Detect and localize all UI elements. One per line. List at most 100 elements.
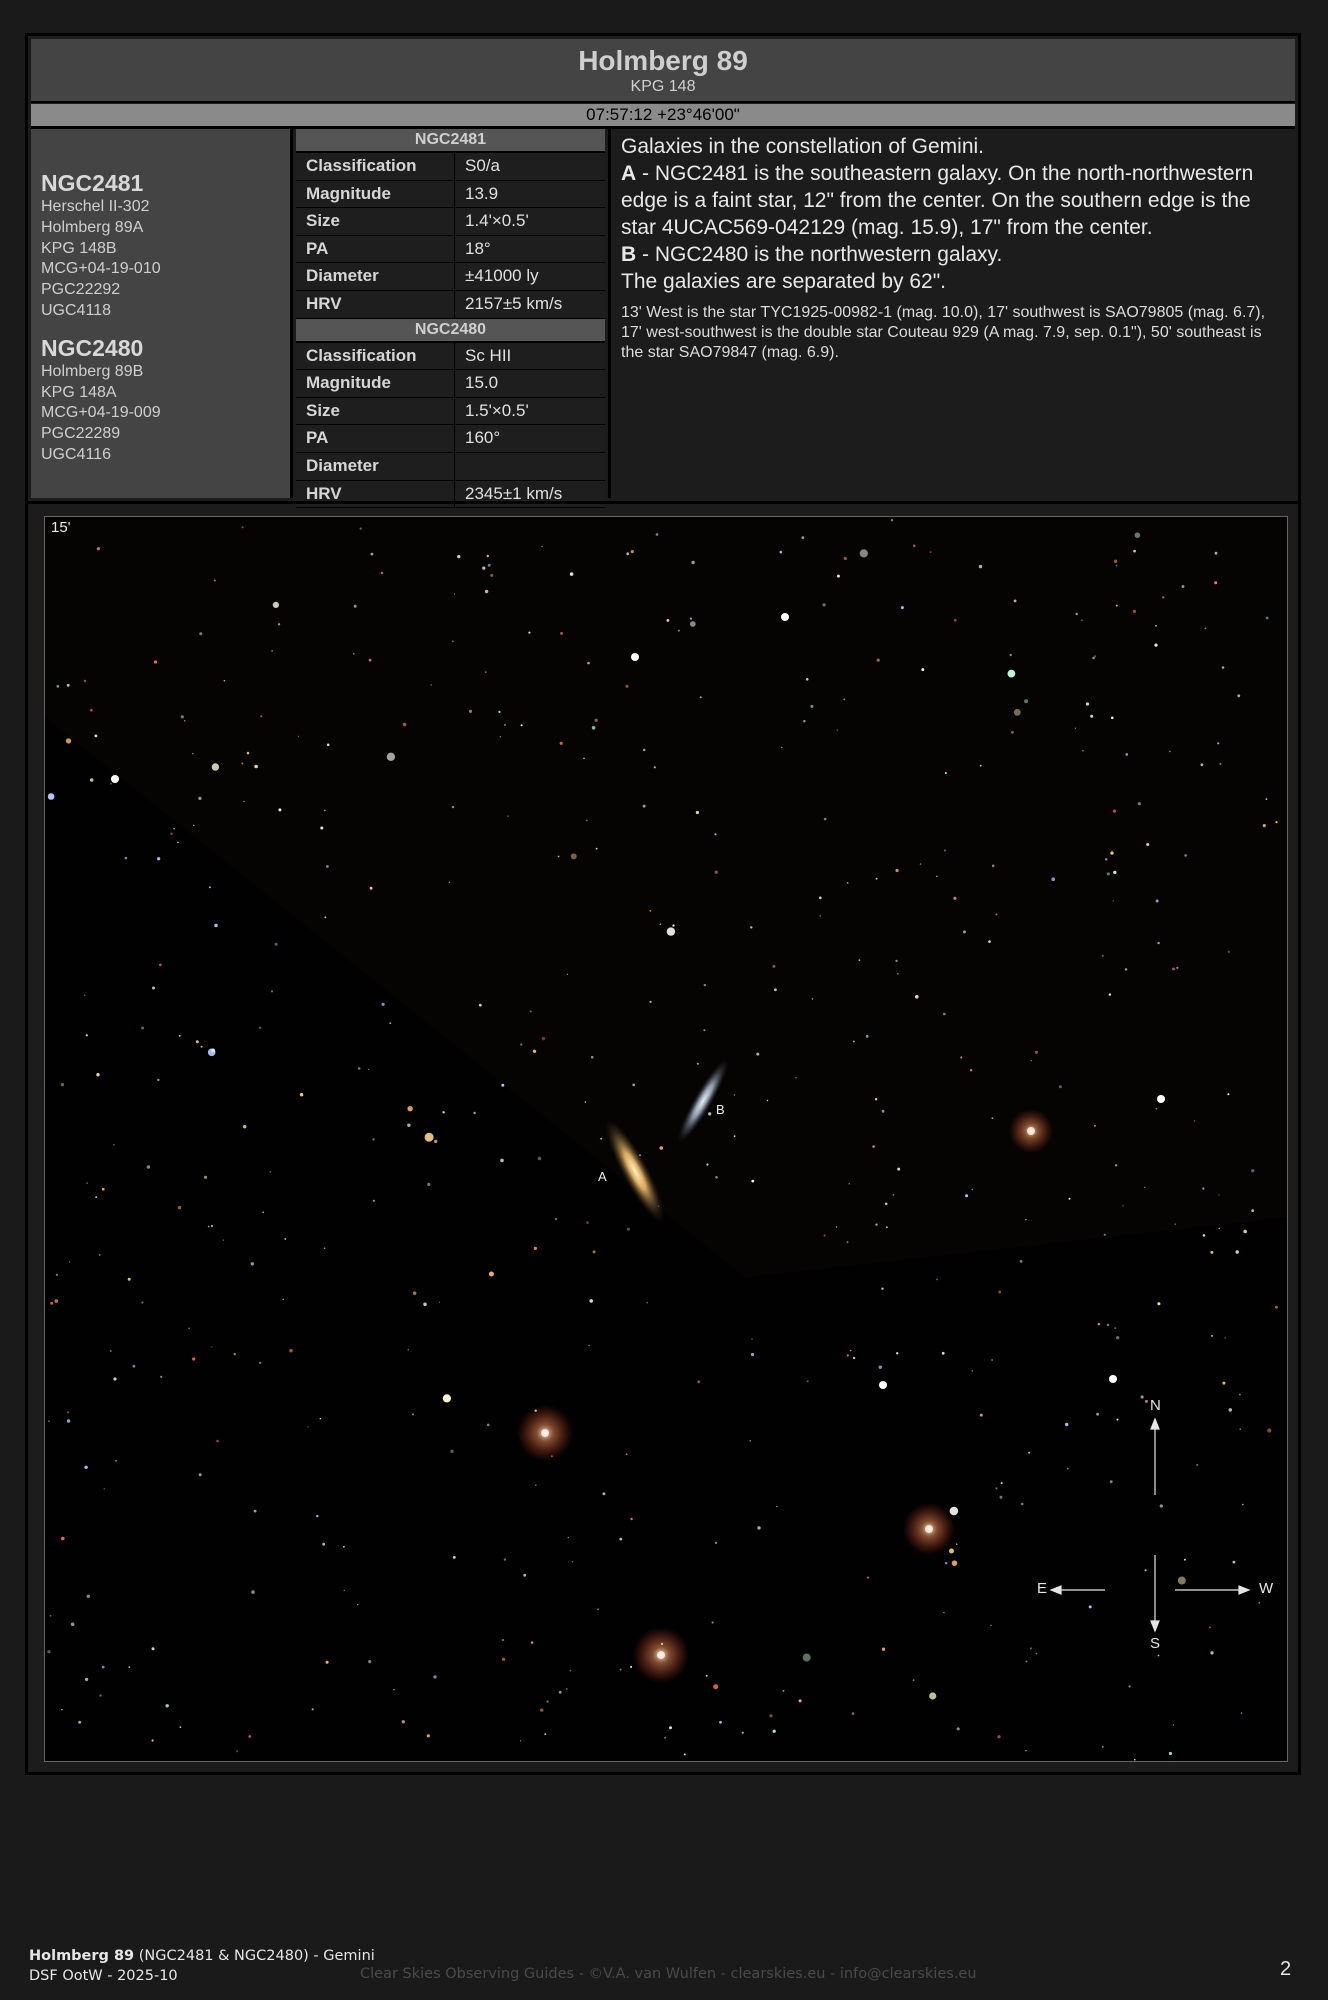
star (490, 573, 494, 577)
star (47, 793, 55, 800)
star (1210, 1250, 1214, 1254)
star (271, 990, 273, 993)
star (1007, 669, 1016, 678)
star (434, 1139, 438, 1144)
table-row: Classification S0/a (296, 153, 605, 181)
title-band: Holmberg 89 KPG 148 (31, 39, 1295, 103)
star (733, 1135, 736, 1138)
description-surroundings: 13' West is the star TYC1925-00982-1 (ma… (621, 304, 1266, 361)
row-value: Sc HII (465, 345, 512, 365)
star (1009, 653, 1012, 657)
star (896, 972, 899, 975)
star (1265, 798, 1268, 800)
star (997, 1735, 1001, 1739)
compass-east-label: E (1037, 1580, 1048, 1597)
star (1137, 802, 1141, 806)
star (423, 1302, 427, 1307)
star (319, 1418, 321, 1420)
star (1227, 1093, 1230, 1096)
star (544, 1733, 547, 1736)
star (412, 1413, 414, 1416)
table-row: Diameter (296, 452, 605, 481)
star (890, 519, 894, 522)
star (96, 547, 100, 551)
star (115, 1459, 118, 1462)
star (558, 1690, 562, 1694)
star (865, 1034, 869, 1038)
star (1228, 1408, 1233, 1412)
star (779, 550, 783, 554)
row-key: Classification (296, 153, 455, 180)
star (453, 593, 456, 595)
star (50, 1301, 54, 1305)
star (626, 552, 629, 555)
star (507, 815, 509, 817)
table-row: Magnitude 15.0 (296, 370, 605, 398)
star (649, 1000, 652, 1003)
star (326, 743, 330, 747)
star (86, 1594, 90, 1599)
star (486, 554, 489, 558)
star (703, 1029, 706, 1032)
star (949, 1506, 959, 1516)
row-key: Size (296, 208, 455, 235)
alias: UGC4118 (41, 301, 111, 319)
star (705, 1674, 708, 1677)
star (1265, 616, 1269, 620)
star (585, 819, 588, 822)
star (1144, 1399, 1148, 1403)
star (535, 1484, 537, 1486)
star (602, 1492, 606, 1496)
star (457, 555, 461, 559)
bright-star (781, 613, 789, 621)
alias: Herschel II-302 (41, 198, 150, 215)
star (210, 1224, 213, 1228)
star (941, 1351, 945, 1355)
star (54, 1299, 59, 1303)
star (211, 1346, 213, 1348)
row-value: 18° (465, 238, 491, 258)
star (1097, 1323, 1101, 1326)
star (583, 757, 585, 760)
star (569, 1669, 572, 1672)
star (795, 1077, 797, 1079)
star (1074, 727, 1077, 729)
alias: MCG+04-19-010 (41, 260, 161, 278)
table-row: HRV 2157±5 km/s (296, 290, 605, 319)
star (1112, 900, 1114, 902)
row-key: Diameter (296, 263, 455, 290)
row-key: Classification (296, 342, 455, 370)
alias: Holmberg 89A (41, 218, 144, 236)
star (357, 1603, 359, 1606)
star (297, 735, 300, 738)
star (200, 1045, 203, 1048)
label-a: A (598, 1169, 607, 1184)
star (47, 1650, 51, 1654)
star (703, 983, 706, 987)
star (1011, 730, 1014, 734)
star (715, 1176, 718, 1179)
star (774, 988, 777, 992)
star (666, 619, 670, 622)
star (1114, 1164, 1118, 1167)
star (1112, 809, 1117, 813)
star (359, 527, 362, 530)
star (173, 828, 175, 830)
star (806, 1380, 809, 1383)
star (912, 1679, 915, 1681)
star (566, 973, 569, 976)
row-key: PA (296, 235, 455, 263)
star (811, 998, 814, 1000)
star (936, 1278, 938, 1281)
star (1125, 753, 1129, 756)
star (299, 1093, 304, 1097)
star (751, 1179, 755, 1183)
star (843, 556, 847, 561)
star (1243, 1229, 1247, 1234)
star (541, 545, 543, 548)
star (1172, 1724, 1174, 1726)
star (1146, 843, 1150, 846)
star (504, 724, 506, 726)
star (1124, 968, 1128, 971)
star (357, 1067, 361, 1070)
